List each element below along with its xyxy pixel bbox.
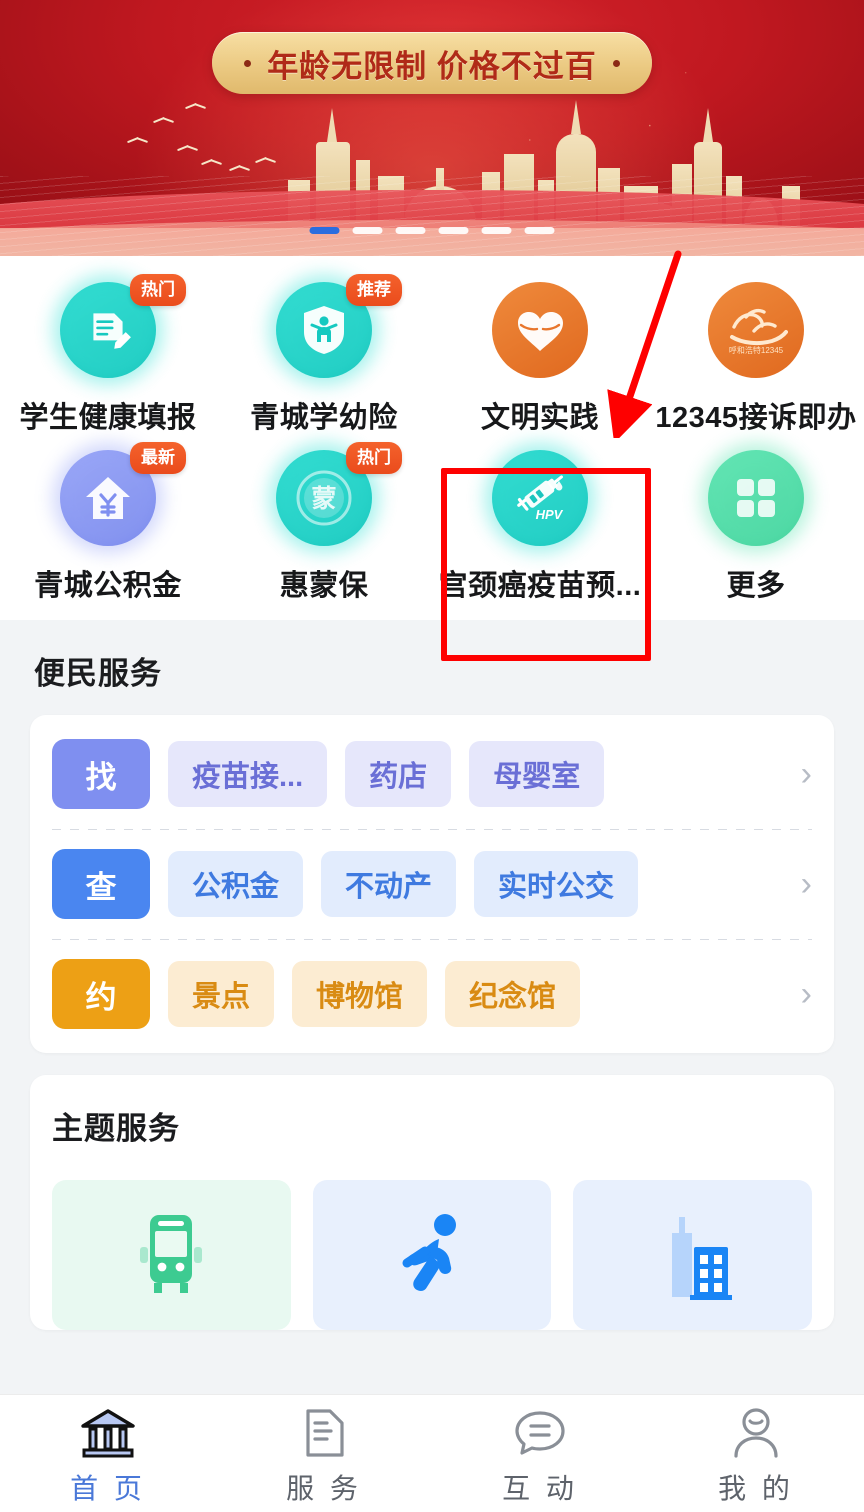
- quick-entry-child-insurance[interactable]: 推荐 青城学幼险: [216, 274, 432, 436]
- app-root: 年龄无限制 价格不过百 热门 学生健康填报 推荐 青城学幼险 文明实践 呼和浩特…: [0, 0, 864, 1512]
- convenience-services-section: 便民服务: [0, 620, 864, 693]
- banner-slogan-pill: 年龄无限制 价格不过百: [212, 32, 652, 94]
- banner-slogan-text: 年龄无限制 价格不过百: [267, 48, 597, 84]
- theme-services-card: 主题服务: [30, 1075, 834, 1330]
- pagination-dot-5[interactable]: [481, 227, 512, 234]
- promo-banner[interactable]: 年龄无限制 价格不过百: [0, 0, 864, 256]
- slogan-dot-right: [612, 59, 620, 67]
- section-title-theme: 主题服务: [52, 1111, 180, 1146]
- quick-entry-student-health[interactable]: 热门 学生健康填报: [0, 274, 216, 436]
- huimengbao-emblem-text: 蒙: [311, 485, 336, 513]
- tab-label-services: 服 务: [286, 1473, 362, 1504]
- service-row-find: 找 疫苗接... 药店 母婴室 ›: [52, 719, 812, 829]
- banner-wave-lines: [0, 176, 864, 256]
- theme-tile-sports[interactable]: [312, 1180, 552, 1330]
- service-tags-query: 公积金 不动产 实时公交: [168, 851, 777, 917]
- document-icon: [306, 1409, 344, 1457]
- quick-grid-row-2: 最新 青城公积金 蒙 热门 惠蒙保 HPV 宫颈癌疫苗预... 更多: [0, 442, 864, 604]
- service-tags-find: 疫苗接... 药店 母婴室: [168, 741, 777, 807]
- convenience-services-card: 找 疫苗接... 药店 母婴室 › 查 公积金 不动产 实时公交 › 约 景点 …: [30, 715, 834, 1053]
- quick-entry-civilization[interactable]: 文明实践: [432, 274, 648, 436]
- badge-hot: 热门: [346, 442, 402, 474]
- chevron-right-icon[interactable]: ›: [795, 867, 812, 901]
- theme-tile-city[interactable]: [573, 1180, 813, 1330]
- chevron-right-icon[interactable]: ›: [795, 757, 812, 791]
- more-grid-icon: [701, 443, 811, 553]
- hpv-emblem-text: HPV: [536, 507, 564, 522]
- chevron-right-icon[interactable]: ›: [795, 977, 812, 1011]
- hpv-vaccine-icon: HPV: [485, 443, 595, 553]
- pagination-dot-2[interactable]: [352, 227, 383, 234]
- quick-entry-more[interactable]: 更多: [648, 442, 864, 604]
- quick-entry-label: 青城学幼险: [250, 402, 398, 434]
- hotline-emblem-text: 呼和浩特12345: [729, 345, 784, 355]
- service-key-book[interactable]: 约: [52, 959, 150, 1029]
- service-key-find[interactable]: 找: [52, 739, 150, 809]
- civilization-heart-icon: [492, 282, 588, 378]
- quick-entry-label: 惠蒙保: [279, 570, 369, 602]
- hotline-12345-icon: 呼和浩特12345: [708, 282, 804, 378]
- tab-interaction[interactable]: 互 动: [432, 1407, 648, 1507]
- quick-entry-label: 文明实践: [480, 402, 599, 434]
- badge-hot: 热门: [130, 274, 186, 306]
- bus-icon: [140, 1215, 203, 1293]
- quick-entry-label: 更多: [726, 570, 786, 602]
- quick-entry-label: 宫颈癌疫苗预...: [438, 570, 642, 602]
- tab-label-interaction: 互 动: [502, 1473, 578, 1504]
- service-tag[interactable]: 不动产: [321, 851, 457, 917]
- badge-recommended: 推荐: [346, 274, 402, 306]
- pagination-dot-6[interactable]: [524, 227, 555, 234]
- section-title-convenience: 便民服务: [34, 656, 162, 691]
- slogan-dot-left: [244, 59, 252, 67]
- theme-tile-transit[interactable]: [52, 1180, 291, 1330]
- tab-services[interactable]: 服 务: [216, 1407, 432, 1507]
- running-icon: [402, 1214, 456, 1291]
- building-icon: [671, 1217, 732, 1300]
- quick-entry-housing-fund[interactable]: 最新 青城公积金: [0, 442, 216, 604]
- service-row-query: 查 公积金 不动产 实时公交 ›: [52, 829, 812, 939]
- badge-new: 最新: [130, 442, 186, 474]
- pagination-dot-3[interactable]: [395, 227, 426, 234]
- tab-label-home: 首 页: [70, 1473, 146, 1504]
- pagination-dot-4[interactable]: [438, 227, 469, 234]
- service-tag[interactable]: 疫苗接...: [168, 741, 328, 807]
- theme-tiles: [30, 1148, 834, 1330]
- service-tag[interactable]: 药店: [345, 741, 452, 807]
- quick-entry-huimengbao[interactable]: 蒙 热门 惠蒙保: [216, 442, 432, 604]
- bottom-tab-bar: 首 页 服 务 互 动 我 的: [0, 1394, 864, 1512]
- quick-entry-label: 学生健康填报: [19, 402, 197, 434]
- service-tag[interactable]: 公积金: [168, 851, 304, 917]
- service-tag[interactable]: 博物馆: [292, 961, 428, 1027]
- quick-entry-label: 12345接诉即办: [655, 402, 857, 434]
- pagination-dot-1[interactable]: [309, 227, 340, 234]
- chat-bubble-icon: [515, 1411, 565, 1455]
- quick-grid-row-1: 热门 学生健康填报 推荐 青城学幼险 文明实践 呼和浩特12345 12345接…: [0, 274, 864, 436]
- tab-home[interactable]: 首 页: [0, 1407, 216, 1507]
- quick-entry-hpv-vaccine[interactable]: HPV 宫颈癌疫苗预...: [432, 442, 648, 604]
- service-tag[interactable]: 纪念馆: [445, 961, 581, 1027]
- service-tag[interactable]: 实时公交: [474, 851, 639, 917]
- quick-entry-label: 青城公积金: [34, 570, 182, 602]
- quick-entry-grid: 热门 学生健康填报 推荐 青城学幼险 文明实践 呼和浩特12345 12345接…: [0, 256, 864, 620]
- banner-pagination[interactable]: [309, 227, 555, 234]
- service-tag[interactable]: 母婴室: [469, 741, 605, 807]
- person-icon: [734, 1408, 778, 1458]
- tab-label-profile: 我 的: [718, 1473, 794, 1504]
- government-building-icon: [81, 1409, 135, 1458]
- service-key-query[interactable]: 查: [52, 849, 150, 919]
- quick-entry-hotline-12345[interactable]: 呼和浩特12345 12345接诉即办: [648, 274, 864, 436]
- service-tag[interactable]: 景点: [168, 961, 275, 1027]
- service-tags-book: 景点 博物馆 纪念馆: [168, 961, 777, 1027]
- service-row-book: 约 景点 博物馆 纪念馆 ›: [52, 939, 812, 1049]
- tab-profile[interactable]: 我 的: [648, 1407, 864, 1507]
